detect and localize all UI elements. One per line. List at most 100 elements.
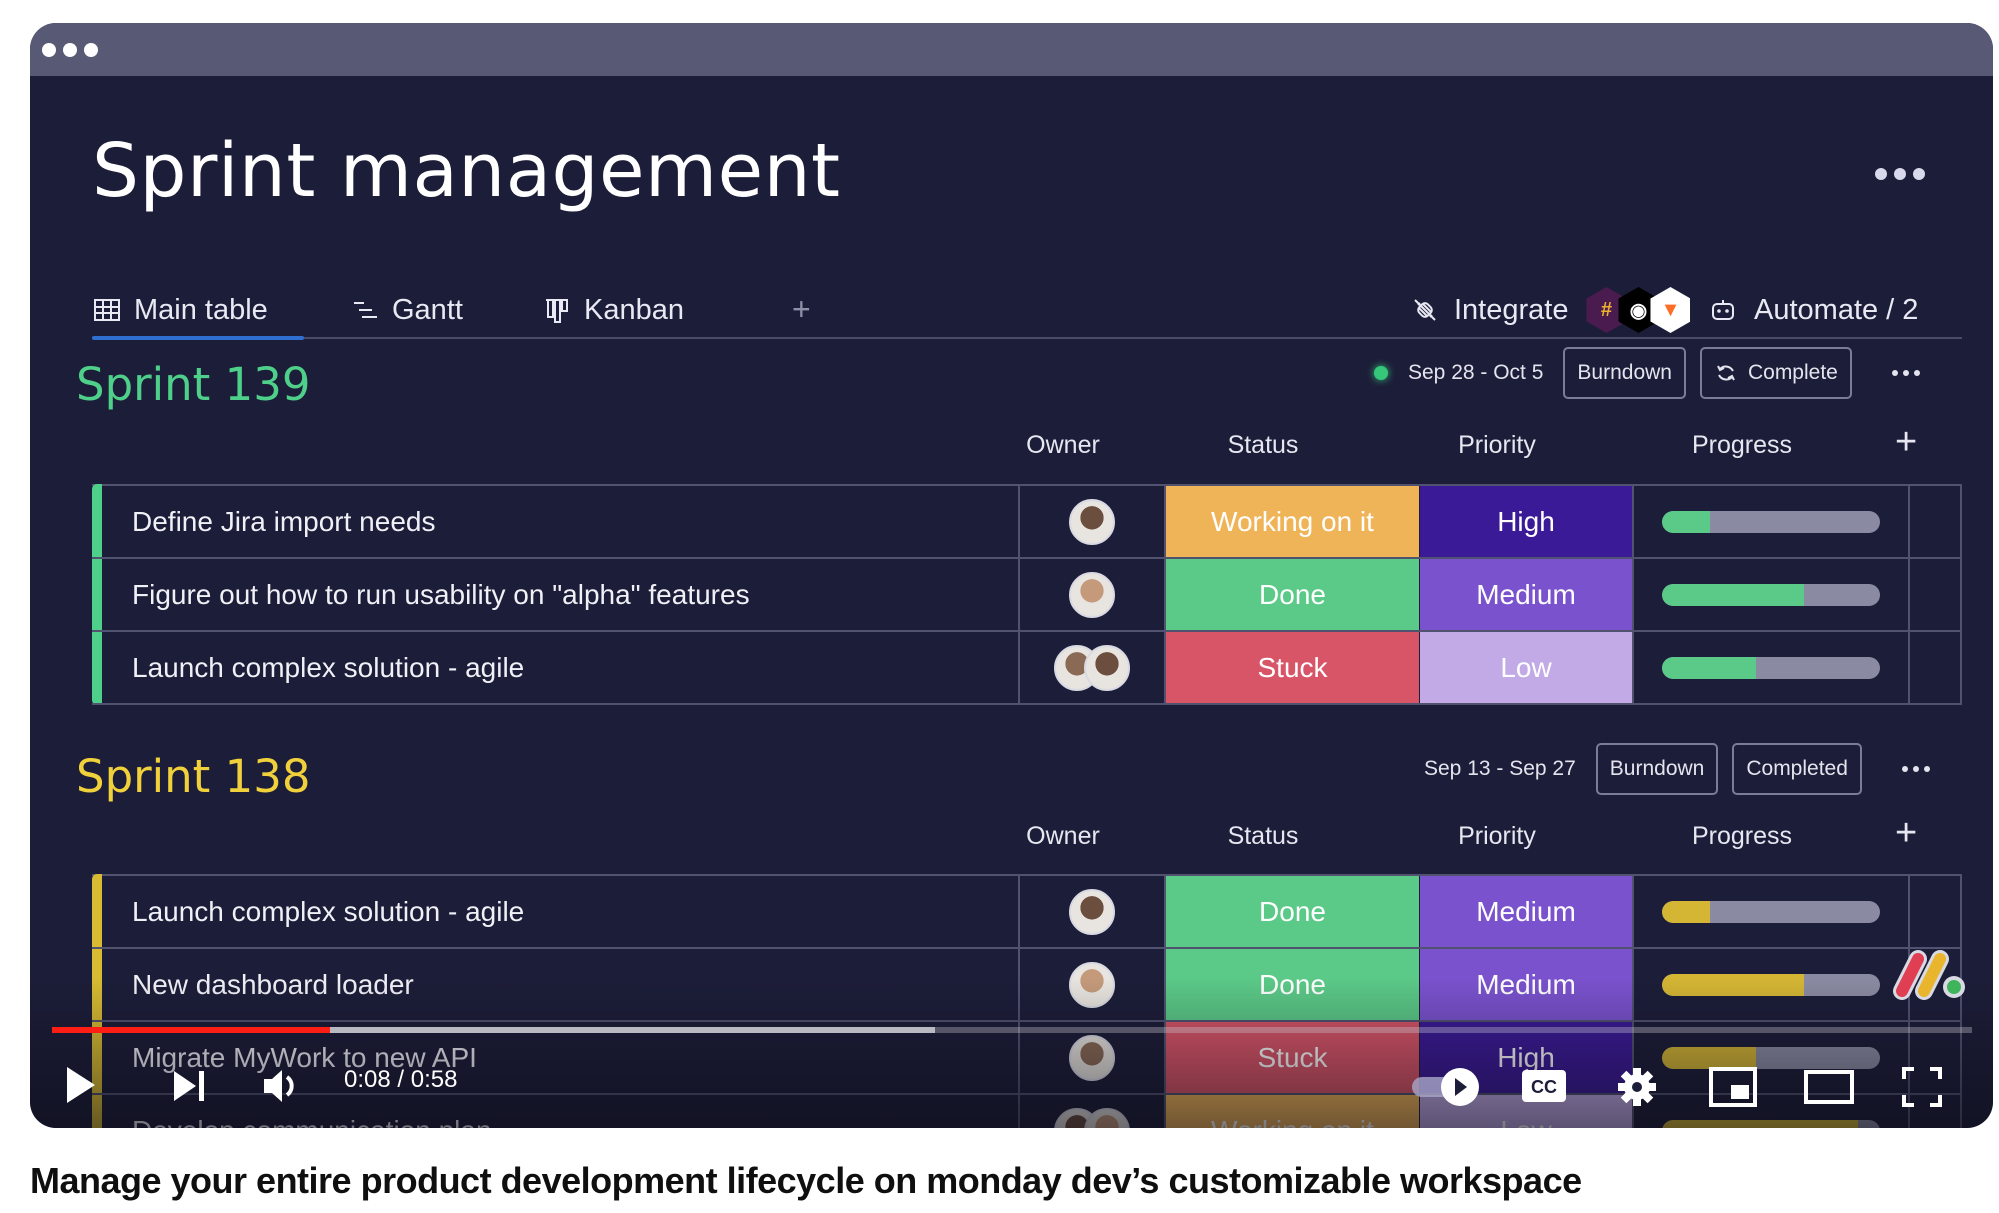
column-header-status[interactable]: Status (1136, 431, 1390, 460)
monday-logo-icon[interactable] (1892, 947, 1968, 1006)
progress-bar (1662, 973, 1880, 996)
priority-label: Medium (1476, 968, 1576, 1000)
tab-main-table[interactable]: Main table (92, 283, 304, 340)
avatar[interactable] (1084, 1107, 1130, 1128)
next-button[interactable] (170, 1067, 210, 1105)
board-more-menu-icon[interactable] (1875, 168, 1925, 180)
owner-cell[interactable] (1020, 949, 1166, 1020)
settings-button[interactable] (1615, 1065, 1659, 1109)
status-label: Done (1259, 578, 1326, 610)
burndown-label: Burndown (1577, 361, 1672, 384)
fullscreen-icon (1902, 1067, 1942, 1107)
autoplay-toggle[interactable] (1410, 1065, 1486, 1109)
item-name[interactable]: Figure out how to run usability on "alph… (92, 559, 1020, 630)
status-label: Done (1259, 968, 1326, 1000)
burndown-button[interactable]: Burndown (1563, 347, 1686, 399)
table-row[interactable]: Launch complex solution - agile Done Med… (92, 876, 1962, 949)
integrate-button[interactable]: Integrate # ◉ ▼ (1410, 283, 1691, 337)
play-button[interactable] (60, 1063, 100, 1107)
owner-cell[interactable] (1020, 1095, 1166, 1128)
column-header-owner[interactable]: Owner (990, 822, 1136, 851)
avatar[interactable] (1084, 644, 1130, 691)
column-header-progress[interactable]: Progress (1604, 431, 1880, 460)
table-row[interactable]: Launch complex solution - agile Stuck Lo… (92, 632, 1962, 705)
owner-cell[interactable] (1020, 559, 1166, 630)
progress-fill (1662, 583, 1804, 606)
view-tabs: Main table Gantt Kanban + Integrate # ◉ … (92, 283, 1962, 340)
automate-button[interactable]: Automate / 2 (1708, 283, 1918, 337)
priority-cell[interactable]: Low (1420, 632, 1634, 703)
priority-cell[interactable]: Medium (1420, 876, 1634, 947)
owner-cell[interactable] (1020, 632, 1166, 703)
column-header-progress[interactable]: Progress (1604, 822, 1880, 851)
progress-cell (1634, 632, 1910, 703)
sprint-more-icon[interactable] (1891, 370, 1920, 376)
avatar[interactable] (1069, 1034, 1115, 1081)
item-name[interactable]: New dashboard loader (92, 949, 1020, 1020)
sprint-group: Define Jira import needs Working on it H… (92, 484, 1962, 705)
table-row[interactable]: Define Jira import needs Working on it H… (92, 486, 1962, 559)
complete-sprint-button[interactable]: Complete (1699, 347, 1852, 399)
avatar[interactable] (1069, 571, 1115, 618)
add-column-button[interactable]: + (1895, 421, 1917, 464)
table-row[interactable]: Develop communication plan Working on it… (92, 1095, 1962, 1128)
volume-button[interactable] (262, 1067, 302, 1105)
played-bar (52, 1027, 331, 1033)
priority-cell[interactable]: Medium (1420, 559, 1634, 630)
column-header-owner[interactable]: Owner (990, 431, 1136, 460)
theater-mode-button[interactable] (1803, 1065, 1855, 1109)
sprint-title[interactable]: Sprint 138 (76, 750, 311, 803)
miniplayer-icon (1709, 1067, 1757, 1107)
status-cell[interactable]: Stuck (1166, 632, 1420, 703)
item-name[interactable]: Develop communication plan (92, 1095, 1020, 1128)
integrate-label: Integrate (1454, 293, 1569, 326)
status-cell[interactable]: Done (1166, 876, 1420, 947)
sprint-more-icon[interactable] (1901, 766, 1930, 772)
status-label: Working on it (1211, 505, 1374, 537)
tab-kanban[interactable]: Kanban (542, 283, 684, 337)
captions-button[interactable]: CC (1520, 1066, 1568, 1106)
owner-cell[interactable] (1020, 486, 1166, 557)
column-header-priority[interactable]: Priority (1390, 822, 1604, 851)
owner-avatars (1069, 1034, 1115, 1081)
item-name-text: Figure out how to run usability on "alph… (132, 578, 750, 610)
tab-gantt[interactable]: Gantt (350, 283, 463, 337)
column-header-priority[interactable]: Priority (1390, 431, 1604, 460)
table-icon (94, 299, 120, 321)
status-cell[interactable]: Working on it (1166, 1095, 1420, 1128)
add-column-button[interactable]: + (1895, 812, 1917, 855)
add-view-button[interactable]: + (792, 291, 811, 328)
robot-icon (1712, 300, 1734, 320)
priority-cell[interactable]: High (1420, 486, 1634, 557)
video-seek-bar[interactable] (52, 1027, 1972, 1033)
burndown-button[interactable]: Burndown (1595, 743, 1719, 795)
status-cell[interactable]: Done (1166, 559, 1420, 630)
status-cell[interactable]: Done (1166, 949, 1420, 1020)
completed-sprint-button[interactable]: Completed (1732, 743, 1862, 795)
active-sprint-indicator (1374, 366, 1388, 380)
fullscreen-button[interactable] (1900, 1065, 1944, 1109)
priority-cell[interactable]: Medium (1420, 949, 1634, 1020)
kanban-icon (546, 299, 568, 323)
sprint-date-range: Sep 28 - Oct 5 (1408, 361, 1544, 384)
miniplayer-button[interactable] (1708, 1065, 1758, 1109)
table-row[interactable]: Figure out how to run usability on "alph… (92, 559, 1962, 632)
sprint-title[interactable]: Sprint 139 (76, 358, 311, 411)
item-name[interactable]: Define Jira import needs (92, 486, 1020, 557)
avatar[interactable] (1069, 961, 1115, 1008)
avatar[interactable] (1069, 888, 1115, 935)
progress-bar (1662, 900, 1880, 923)
video-player[interactable]: Sprint management Main table Gantt Kanba… (30, 23, 1993, 1128)
owner-avatars (1054, 644, 1130, 691)
table-row[interactable]: New dashboard loader Done Medium (92, 949, 1962, 1022)
avatar[interactable] (1069, 498, 1115, 545)
tab-label: Main table (134, 293, 268, 326)
item-name[interactable]: Launch complex solution - agile (92, 876, 1020, 947)
status-cell[interactable]: Working on it (1166, 486, 1420, 557)
owner-cell[interactable] (1020, 876, 1166, 947)
owner-avatars (1069, 571, 1115, 618)
column-header-status[interactable]: Status (1136, 822, 1390, 851)
status-label: Done (1259, 895, 1326, 927)
video-title[interactable]: Manage your entire product development l… (30, 1160, 1582, 1202)
item-name[interactable]: Launch complex solution - agile (92, 632, 1020, 703)
